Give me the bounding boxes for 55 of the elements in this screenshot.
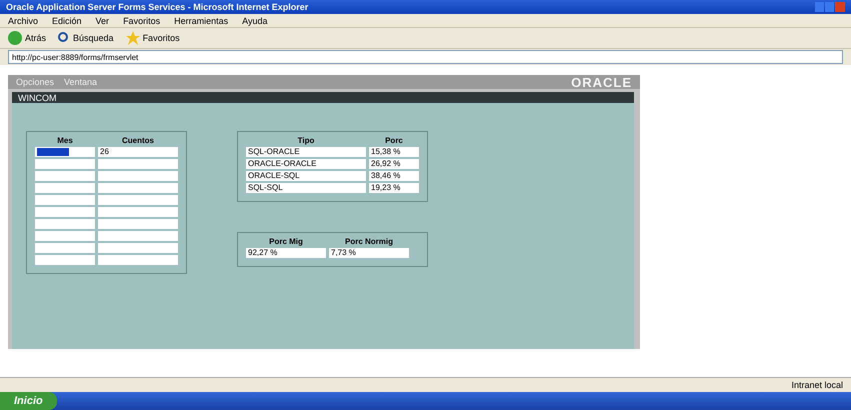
start-button[interactable]: Inicio <box>0 392 57 410</box>
table-cell[interactable] <box>98 159 178 169</box>
table-cell[interactable]: SQL-ORACLE <box>246 147 366 157</box>
table-cell[interactable]: 19,23 % <box>369 183 419 193</box>
menu-item[interactable]: Ayuda <box>242 16 268 26</box>
value-field[interactable]: 7,73 % <box>329 248 409 258</box>
table-cell[interactable]: 26 <box>98 147 178 157</box>
address-field[interactable]: http://pc-user:8889/forms/frmservlet <box>8 50 843 64</box>
column-header: Porc <box>384 136 404 145</box>
table-cell[interactable] <box>35 159 95 169</box>
table-cell[interactable] <box>35 195 95 205</box>
star-icon <box>126 31 140 45</box>
table-cell[interactable]: 15,38 % <box>369 147 419 157</box>
back-button[interactable]: Atrás <box>8 31 46 45</box>
table-cell[interactable]: SQL-SQL <box>246 183 366 193</box>
window-title: Oracle Application Server Forms Services - Microsoft Internet Explorer <box>6 2 308 12</box>
column-header: Tipo <box>296 136 316 145</box>
table-cell[interactable] <box>35 147 95 157</box>
table-cell[interactable] <box>35 243 95 253</box>
table-cell[interactable] <box>98 171 178 181</box>
menu-item[interactable]: Archivo <box>8 16 38 26</box>
favorites-button[interactable]: Favoritos <box>126 31 180 45</box>
column-header: Porc Normig <box>344 237 394 246</box>
table-cell[interactable] <box>98 207 178 217</box>
table-cell[interactable] <box>35 231 95 241</box>
search-button[interactable]: Búsqueda <box>58 32 114 44</box>
logo: ORACLE <box>571 74 632 90</box>
value-field[interactable]: 92,27 % <box>246 248 326 258</box>
table-cell[interactable]: 26,92 % <box>369 159 419 169</box>
column-header: Cuentos <box>121 136 155 145</box>
menu-item[interactable]: Edición <box>52 16 82 26</box>
table-cell[interactable] <box>98 231 178 241</box>
table-cell[interactable] <box>35 207 95 217</box>
table-cell[interactable] <box>35 219 95 229</box>
table-cell[interactable] <box>35 171 95 181</box>
table-cell[interactable] <box>98 255 178 265</box>
table-cell[interactable]: ORACLE-SQL <box>246 171 366 181</box>
menu-item[interactable]: Favoritos <box>123 16 160 26</box>
table-cell[interactable] <box>98 243 178 253</box>
menu-item[interactable]: Ver <box>96 16 110 26</box>
table-cell[interactable]: 38,46 % <box>369 171 419 181</box>
menu-item[interactable]: Herramientas <box>174 16 228 26</box>
form-title: WINCOM <box>18 92 56 102</box>
table-cell[interactable] <box>98 219 178 229</box>
column-header: Porc Mig <box>268 237 304 246</box>
table-cell[interactable] <box>98 183 178 193</box>
column-header: Mes <box>56 136 74 145</box>
table-cell[interactable] <box>98 195 178 205</box>
search-icon <box>58 32 70 44</box>
window-controls-icon[interactable] <box>815 2 845 12</box>
table-cell[interactable] <box>35 183 95 193</box>
arrow-circle-icon <box>8 31 22 45</box>
zone-label: Intranet local <box>791 380 843 390</box>
table-cell[interactable] <box>35 255 95 265</box>
table-cell[interactable]: ORACLE-ORACLE <box>246 159 366 169</box>
